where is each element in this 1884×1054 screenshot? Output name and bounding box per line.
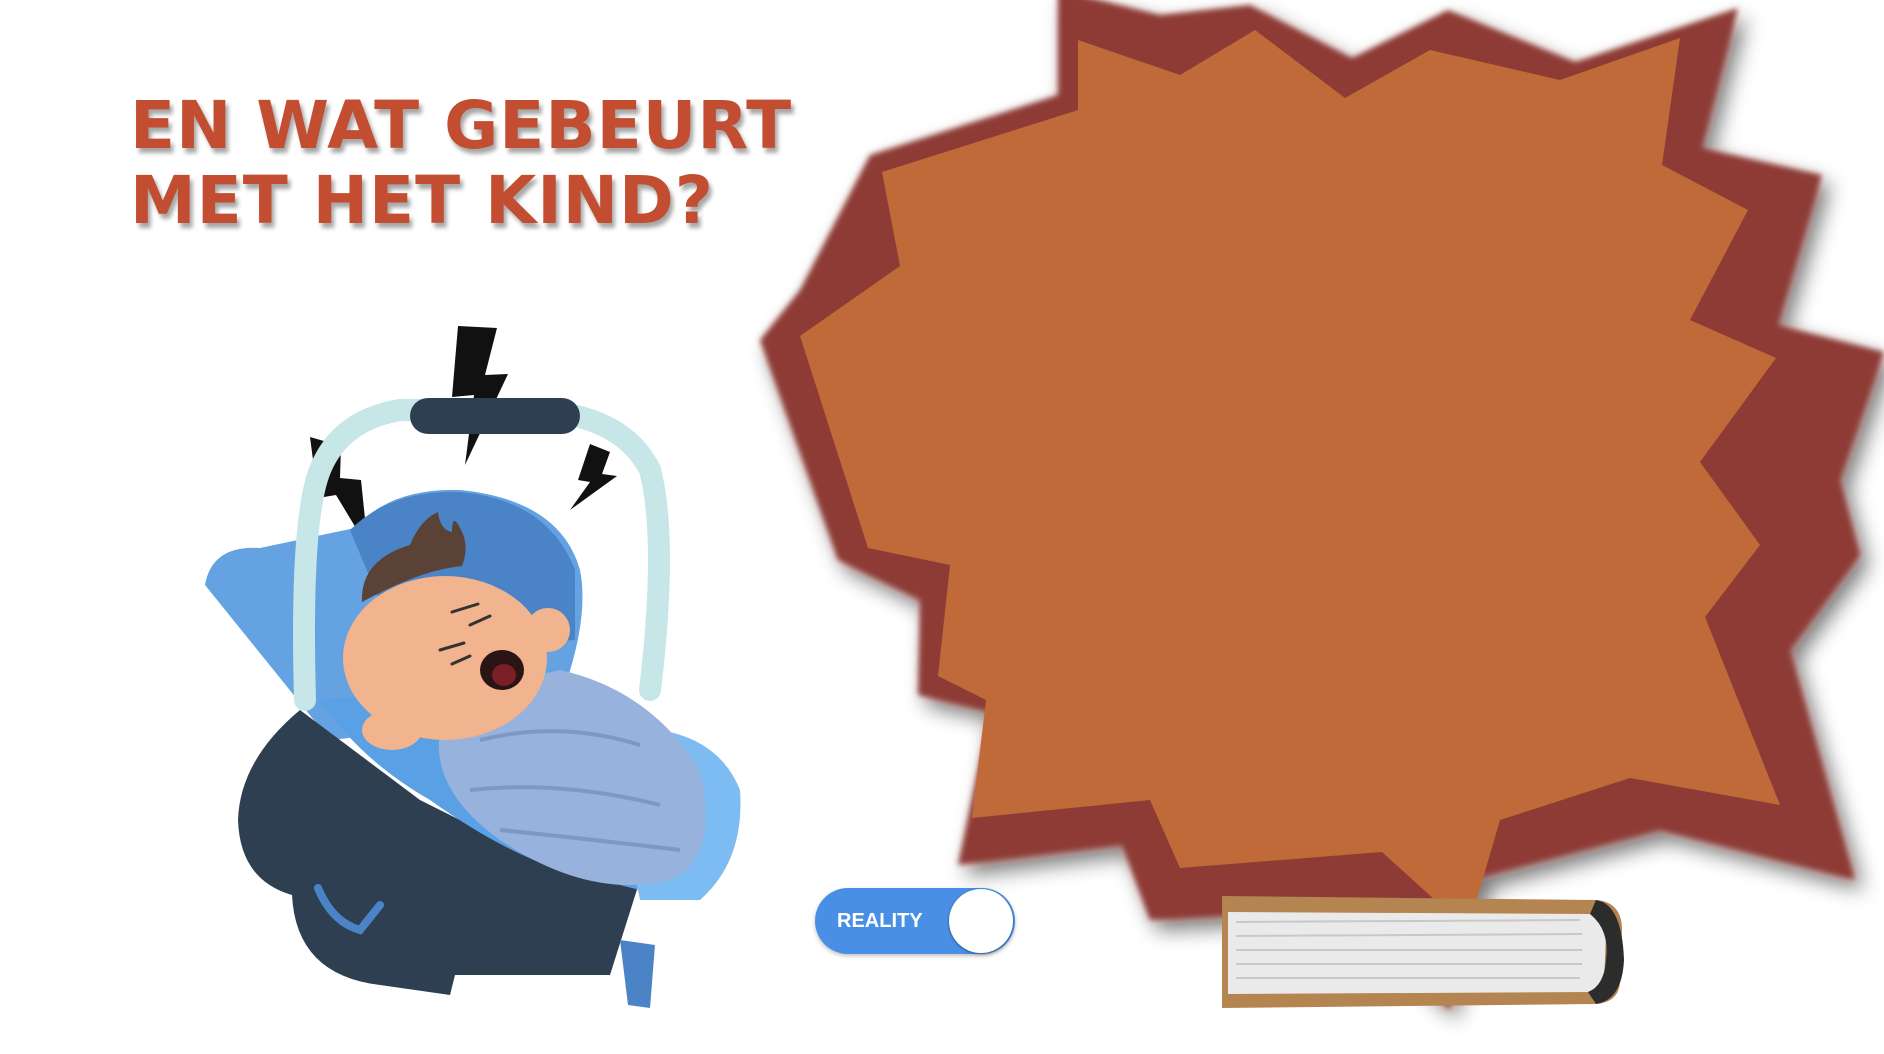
page-title-line-2: MET HET KIND? (130, 162, 715, 240)
toggle-knob[interactable] (949, 889, 1013, 953)
page-title-line-1: EN WAT GEBEURT (130, 87, 793, 164)
speech-burst (760, 0, 1884, 1010)
reality-toggle-label: REALITY (837, 910, 923, 932)
crying-baby-in-car-seat (205, 398, 741, 1008)
page-title: EN WAT GEBEURT MET HET KIND? (130, 87, 850, 240)
reality-toggle[interactable]: REALITY (815, 888, 1015, 954)
closed-book-icon (1222, 896, 1624, 1008)
